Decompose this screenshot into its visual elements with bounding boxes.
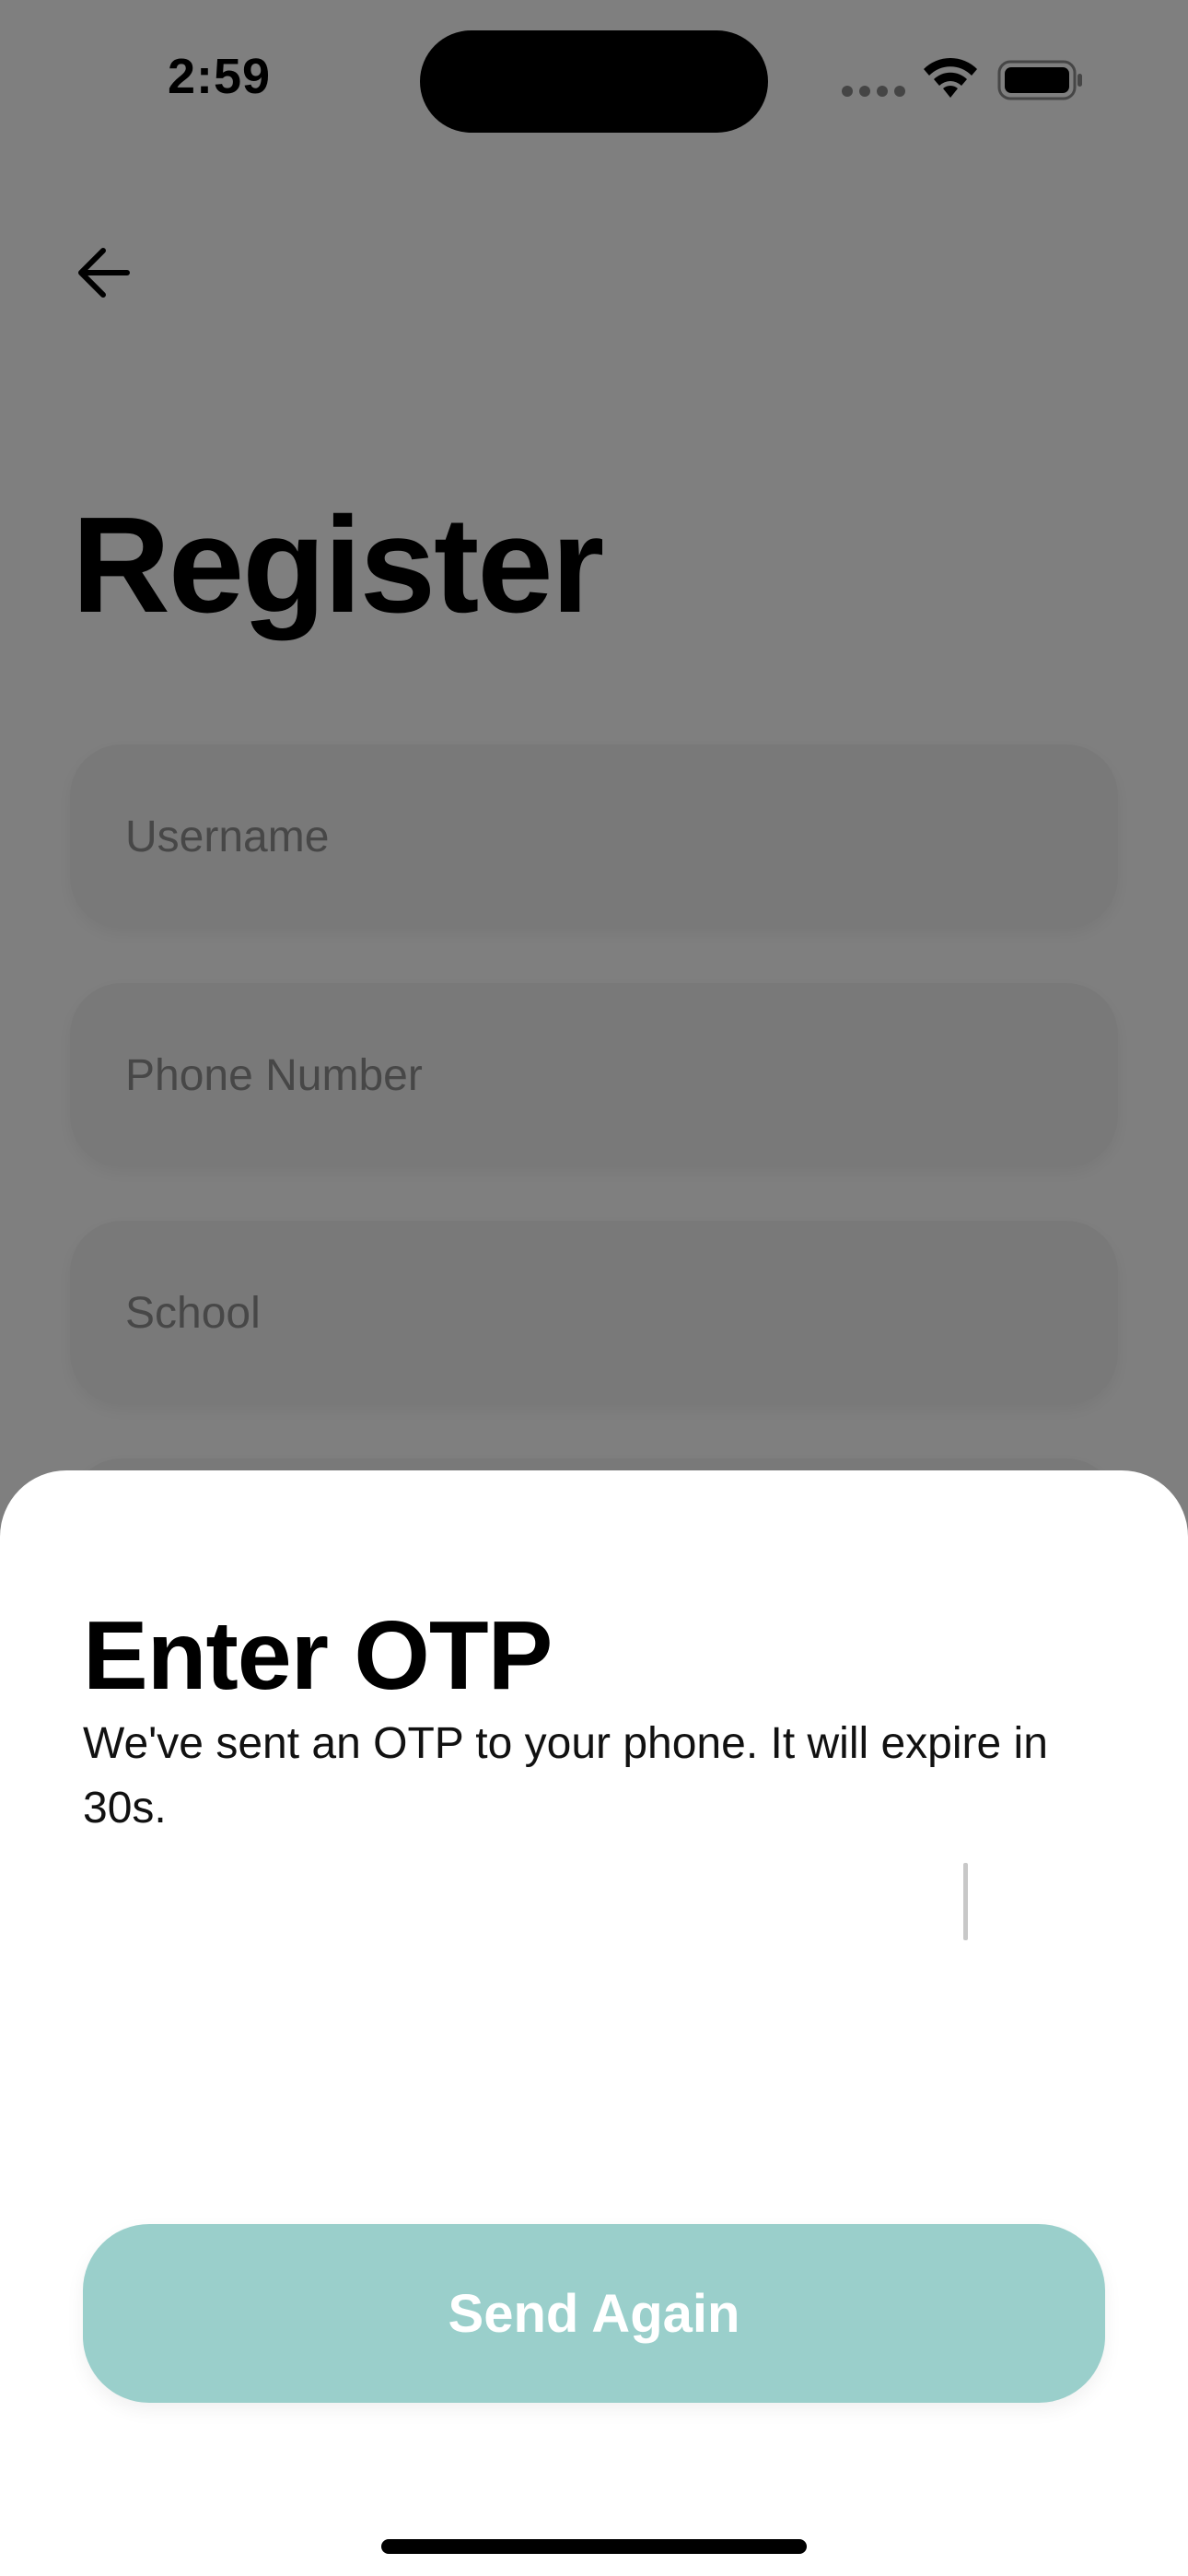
home-indicator[interactable] bbox=[381, 2539, 807, 2554]
otp-input[interactable] bbox=[83, 1857, 1105, 1959]
otp-title: Enter OTP bbox=[83, 1601, 553, 1710]
text-cursor bbox=[963, 1863, 968, 1940]
otp-message: We've sent an OTP to your phone. It will… bbox=[83, 1719, 1048, 1832]
otp-bottom-sheet: Enter OTP We've sent an OTP to your phon… bbox=[0, 1470, 1188, 2576]
send-again-button[interactable]: Send Again bbox=[83, 2224, 1105, 2403]
